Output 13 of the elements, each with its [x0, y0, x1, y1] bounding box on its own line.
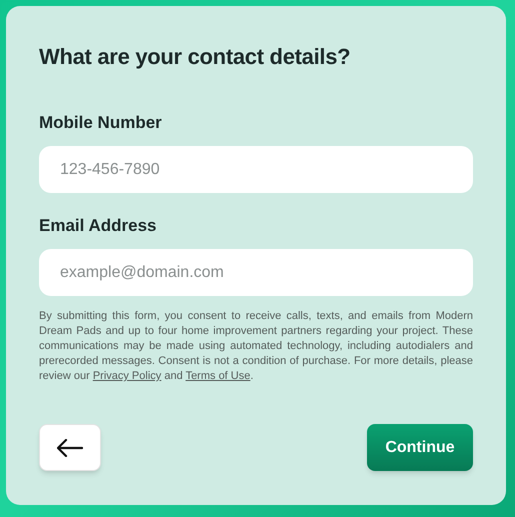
privacy-policy-link[interactable]: Privacy Policy — [92, 370, 162, 382]
terms-of-use-link[interactable]: Terms of Use — [186, 370, 250, 382]
back-button[interactable] — [39, 424, 101, 471]
back-arrow-icon — [57, 438, 83, 456]
field-label: Mobile Number — [39, 112, 162, 134]
form-title: What are your contact details? — [39, 43, 352, 71]
field-label: Email Address — [39, 215, 156, 237]
consent-end: . — [250, 370, 254, 382]
consent-text: By submitting this form, you consent to receive calls, texts, and emails from Modern Dream Pads and up to four home improvement partners regarding your project. These communications may be made using automated technology, including autodialers and prerecorded messages. Consent is not a condition of purchase. For more details, please review our Privacy Policy and Terms of Use. — [39, 309, 473, 384]
input-field[interactable]: example@domain.com — [39, 249, 473, 296]
consent-joiner: and — [164, 370, 183, 382]
input-field[interactable]: 123-456-7890 — [39, 146, 473, 193]
continue-button[interactable]: Continue — [367, 424, 473, 471]
